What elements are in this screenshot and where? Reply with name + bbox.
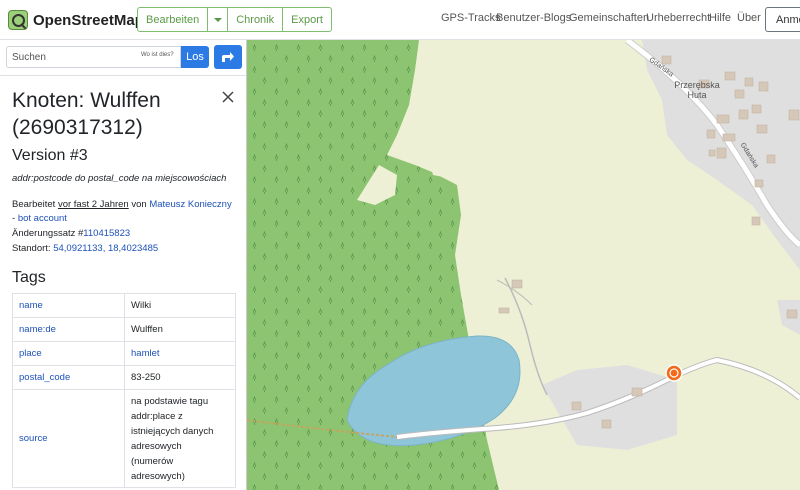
bot-line: - bot account (12, 213, 67, 224)
changeset-link[interactable]: 110415823 (83, 228, 130, 239)
tag-value-line: adresowych) (131, 470, 185, 482)
version-heading: Version #3 (12, 147, 88, 164)
tag-value: Wilki (124, 293, 236, 318)
export-button[interactable]: Export (282, 7, 332, 32)
table-row: source na podstawie tagu addr:place z is… (12, 389, 236, 488)
table-row: place hamlet (12, 341, 236, 366)
logo-text: OpenStreetMap (33, 11, 144, 29)
tag-value: 83-250 (124, 365, 236, 390)
changeset-label: Änderungssatz # (12, 228, 84, 239)
tags-table: name Wilki name:de Wulffen place hamlet … (12, 293, 236, 488)
logo[interactable]: OpenStreetMap (8, 8, 144, 32)
title-line: (2690317312) (12, 116, 143, 139)
tag-key[interactable]: place (12, 341, 125, 366)
tag-key[interactable]: postal_code (12, 365, 125, 390)
tags-heading: Tags (12, 269, 46, 286)
table-row: postal_code 83-250 (12, 365, 236, 390)
map-view[interactable]: Przerębska Huta Gdańska Gdańska (247, 40, 800, 490)
table-row: name:de Wulffen (12, 317, 236, 342)
tag-value-line: na podstawie tagu (131, 395, 209, 407)
edited-by: von (131, 199, 147, 210)
tag-key[interactable]: name (12, 293, 125, 318)
bot-dash: - (12, 213, 16, 224)
directions-icon (222, 52, 234, 62)
title-line: Knoten: Wulffen (12, 89, 161, 112)
table-row: name Wilki (12, 293, 236, 318)
village-label-line: Przerębska (674, 80, 720, 90)
nav-user-diaries[interactable]: Benutzer-Blogs (496, 12, 571, 24)
nav-help[interactable]: Hilfe (709, 12, 731, 24)
history-button[interactable]: Chronik (227, 7, 284, 32)
changeset-comment: addr:postcode do postal_code na miejscow… (12, 173, 227, 184)
tag-value-line: istniejących danych (131, 425, 214, 437)
tag-value-line: addr:place z (131, 410, 183, 422)
close-icon[interactable] (221, 90, 235, 104)
caret-down-icon (213, 17, 222, 22)
location-link[interactable]: 54,0921133, 18,4023485 (53, 243, 158, 254)
user-link[interactable]: Mateusz Konieczny (149, 199, 231, 210)
edit-dropdown-button[interactable] (207, 7, 229, 32)
edit-button[interactable]: Bearbeiten (137, 7, 209, 32)
sidebar: Wo ist dies? Los Knoten: Wulffen (269031… (0, 40, 247, 490)
tag-value-link[interactable]: hamlet (124, 341, 236, 366)
nav-communities[interactable]: Gemeinschaften (569, 12, 649, 24)
page-title: Knoten: Wulffen (2690317312) (12, 87, 222, 141)
tag-value-line: (numerów (131, 455, 174, 467)
changeset-line: Änderungssatz #110415823 (12, 228, 130, 239)
bot-account-link[interactable]: bot account (18, 213, 67, 224)
location-line: Standort: 54,0921133, 18,4023485 (12, 243, 158, 254)
osm-logo-icon (8, 10, 28, 30)
tag-key[interactable]: name:de (12, 317, 125, 342)
search-go-button[interactable]: Los (181, 46, 209, 68)
village-label: Przerębska Huta (667, 80, 727, 100)
where-is-this-link[interactable]: Wo ist dies? (141, 52, 174, 58)
login-button[interactable]: Anme (765, 7, 800, 32)
top-navbar: OpenStreetMap Bearbeiten Chronik Export … (0, 0, 800, 40)
map-canvas (247, 40, 800, 490)
tag-value: Wulffen (124, 317, 236, 342)
location-label: Standort: (12, 243, 51, 254)
tag-value: na podstawie tagu addr:place z istniejąc… (124, 389, 236, 488)
tag-key[interactable]: source (12, 389, 125, 488)
edit-button-group: Bearbeiten Chronik Export (137, 7, 332, 32)
edited-prefix: Bearbeitet (12, 199, 56, 210)
village-label-line: Huta (687, 90, 707, 100)
directions-button[interactable] (214, 45, 242, 69)
edited-time: vor fast 2 Jahren (57, 199, 129, 210)
place-marker-icon[interactable] (665, 364, 683, 382)
nav-gps-traces[interactable]: GPS-Tracks (441, 12, 501, 24)
nav-copyright[interactable]: Urheberrecht (646, 12, 710, 24)
edited-line: Bearbeitet vor fast 2 Jahren von Mateusz… (12, 199, 232, 210)
tag-value-line: adresowych (131, 440, 182, 452)
divider (0, 75, 247, 76)
nav-about[interactable]: Über (737, 12, 761, 24)
